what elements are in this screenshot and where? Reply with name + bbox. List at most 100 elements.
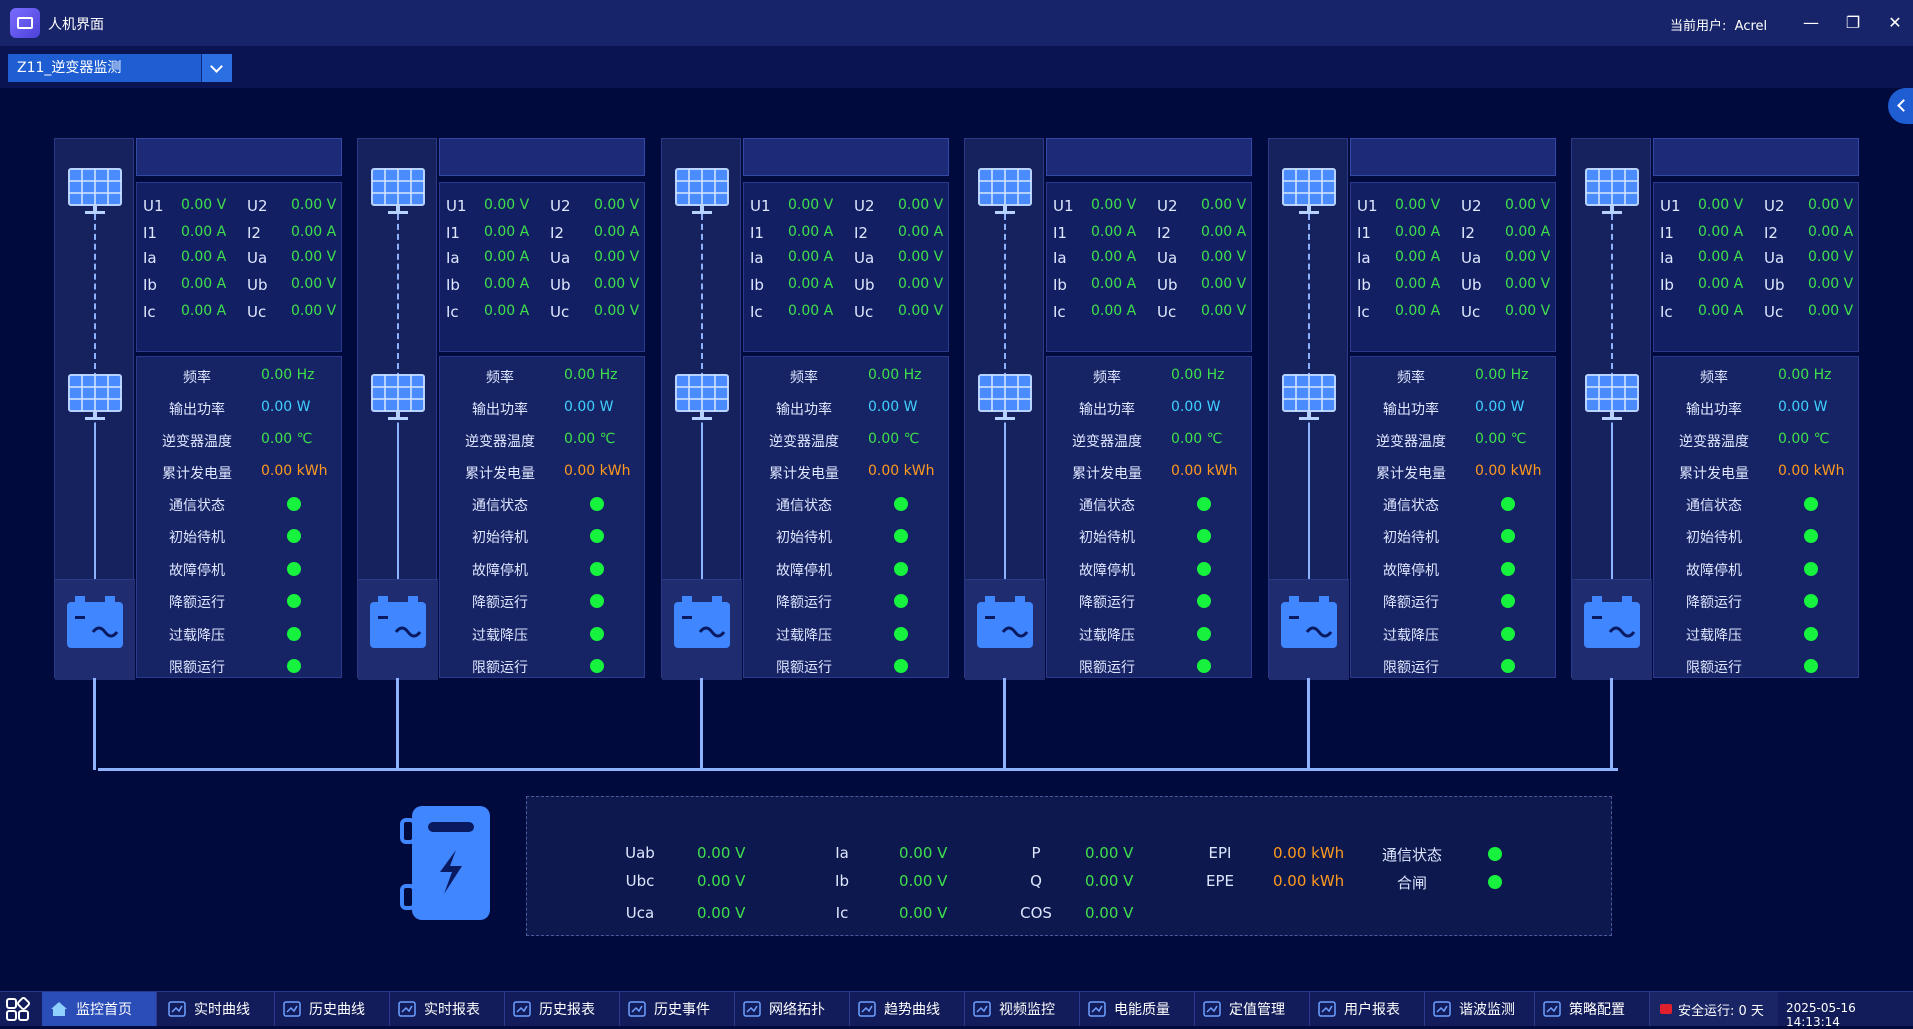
app-icon: [10, 8, 40, 38]
label-freq: 频率: [1700, 370, 1728, 386]
status-label: 故障停机: [472, 562, 528, 579]
nav-item[interactable]: 趋势曲线: [850, 992, 965, 1026]
label-ia: Ia: [750, 249, 764, 267]
nav-item-label: 电能质量: [1114, 1002, 1170, 1018]
nav-item[interactable]: 历史报表: [505, 992, 620, 1026]
value-row: Ic 0.00 A Uc 0.00 V: [1654, 299, 1860, 325]
value-row: 逆变器温度 0.00 ℃: [1351, 427, 1557, 453]
meter-value-epi: 0.00 kWh: [1273, 844, 1345, 862]
meter-value-p: 0.00 V: [1085, 844, 1134, 862]
value-temp: 0.00 ℃: [261, 431, 313, 447]
label-ic: Ic: [1053, 303, 1066, 321]
bus-drop-line: [700, 678, 703, 770]
nav-item[interactable]: 实时报表: [390, 992, 505, 1026]
current-user-name: Acrel: [1734, 19, 1768, 34]
solar-panel-icon: [1584, 373, 1640, 421]
status-indicator: [287, 561, 301, 576]
nav-item[interactable]: 谐波监测: [1425, 992, 1535, 1026]
nav-item[interactable]: 策略配置: [1535, 992, 1650, 1026]
inverter-icon: [674, 596, 730, 648]
value-i2: 0.00 A: [1505, 224, 1551, 240]
meter-value-ubc: 0.00 V: [697, 872, 746, 890]
label-u2: U2: [1764, 197, 1785, 215]
label-i1: I1: [143, 224, 157, 242]
minimize-icon[interactable]: —: [1798, 10, 1824, 36]
current-user: 当前用户: Acrel: [1670, 15, 1767, 34]
status-indicator: [590, 626, 604, 641]
solar-panel-icon: [1584, 167, 1640, 215]
label-power: 输出功率: [1686, 402, 1742, 418]
value-i1: 0.00 A: [788, 224, 834, 240]
status-row: 限额运行: [744, 653, 950, 679]
nav-item-icon: [973, 1001, 991, 1017]
value-row: U1 0.00 V U2 0.00 V: [1654, 193, 1860, 219]
nav-item[interactable]: 历史事件: [620, 992, 735, 1026]
label-ia: Ia: [1053, 249, 1067, 267]
nav-item-label: 策略配置: [1569, 1002, 1625, 1018]
restore-icon[interactable]: ❐: [1840, 10, 1866, 36]
nav-item[interactable]: 用户报表: [1310, 992, 1425, 1026]
nav-item[interactable]: 网络拓扑: [735, 992, 850, 1026]
status-row: 过载降压: [744, 621, 950, 647]
chevron-down-icon[interactable]: [201, 54, 232, 82]
value-row: 频率 0.00 Hz: [137, 363, 343, 389]
value-row: 输出功率 0.00 W: [440, 395, 646, 421]
status-row: 限额运行: [1351, 653, 1557, 679]
value-row: Ib 0.00 A Ub 0.00 V: [137, 272, 343, 298]
value-row: Ic 0.00 A Uc 0.00 V: [1351, 299, 1557, 325]
nav-item[interactable]: 历史曲线: [275, 992, 390, 1026]
label-ub: Ub: [854, 276, 875, 294]
value-power: 0.00 W: [261, 399, 311, 415]
label-energy: 累计发电量: [1679, 466, 1749, 482]
status-row: 过载降压: [1047, 621, 1253, 647]
status-row: 初始待机: [744, 523, 950, 549]
nav-item[interactable]: 监控首页: [42, 992, 157, 1026]
value-power: 0.00 W: [564, 399, 614, 415]
value-u1: 0.00 V: [1395, 197, 1441, 213]
label-ub: Ub: [1764, 276, 1785, 294]
value-row: I1 0.00 A I2 0.00 A: [1654, 220, 1860, 246]
meter-label-ib: Ib: [835, 872, 849, 890]
nav-item[interactable]: 视频监控: [965, 992, 1080, 1026]
value-row: U1 0.00 V U2 0.00 V: [440, 193, 646, 219]
value-row: 逆变器温度 0.00 ℃: [137, 427, 343, 453]
status-indicator: [590, 529, 604, 544]
inverter-electrical-values: U1 0.00 V U2 0.00 V I1 0.00 A I2 0.00 A Ia 0.00 A…: [439, 182, 645, 352]
value-row: 逆变器温度 0.00 ℃: [440, 427, 646, 453]
value-freq: 0.00 Hz: [564, 367, 618, 383]
status-indicator: [1197, 659, 1211, 673]
value-ia: 0.00 A: [484, 249, 530, 265]
value-freq: 0.00 Hz: [868, 367, 922, 383]
nav-item[interactable]: 实时曲线: [160, 992, 275, 1026]
label-freq: 频率: [486, 370, 514, 386]
value-uc: 0.00 V: [1201, 303, 1247, 319]
inverter-unit: U1 0.00 V U2 0.00 V I1 0.00 A I2 0.00 A Ia 0.00 A…: [54, 138, 343, 721]
value-row: Ia 0.00 A Ua 0.00 V: [440, 245, 646, 271]
label-uc: Uc: [1461, 303, 1481, 321]
nav-item[interactable]: 定值管理: [1195, 992, 1310, 1026]
meter-value-uab: 0.00 V: [697, 844, 746, 862]
inverter-unit: U1 0.00 V U2 0.00 V I1 0.00 A I2 0.00 A Ia 0.00 A…: [964, 138, 1252, 721]
start-menu-icon[interactable]: [4, 996, 32, 1021]
side-panel-toggle[interactable]: [1888, 88, 1913, 124]
status-indicator: [1501, 529, 1515, 544]
value-ua: 0.00 V: [291, 249, 337, 265]
value-u2: 0.00 V: [594, 197, 640, 213]
status-indicator: [1501, 497, 1515, 511]
nav-item-icon: [858, 1001, 876, 1017]
solar-panel-icon: [67, 373, 123, 421]
status-label: 过载降压: [1383, 627, 1439, 644]
label-uc: Uc: [854, 303, 874, 321]
label-u1: U1: [1053, 197, 1074, 215]
status-row: 初始待机: [1654, 523, 1860, 549]
device-selector[interactable]: Z11_逆变器监测: [8, 54, 232, 82]
meter-label-ic: Ic: [835, 904, 849, 922]
solar-panel-icon: [674, 167, 730, 215]
inverter-status-values: 频率 0.00 Hz 输出功率 0.00 W 逆变器温度 0.00 ℃ 累计发电量 0.00 …: [1046, 356, 1252, 678]
value-row: I1 0.00 A I2 0.00 A: [1351, 220, 1557, 246]
inverter-unit: U1 0.00 V U2 0.00 V I1 0.00 A I2 0.00 A Ia 0.00 A…: [357, 138, 646, 721]
close-icon[interactable]: ✕: [1882, 10, 1908, 36]
value-u1: 0.00 V: [1698, 197, 1744, 213]
nav-item[interactable]: 电能质量: [1080, 992, 1195, 1026]
nav-item-label: 用户报表: [1344, 1002, 1400, 1018]
